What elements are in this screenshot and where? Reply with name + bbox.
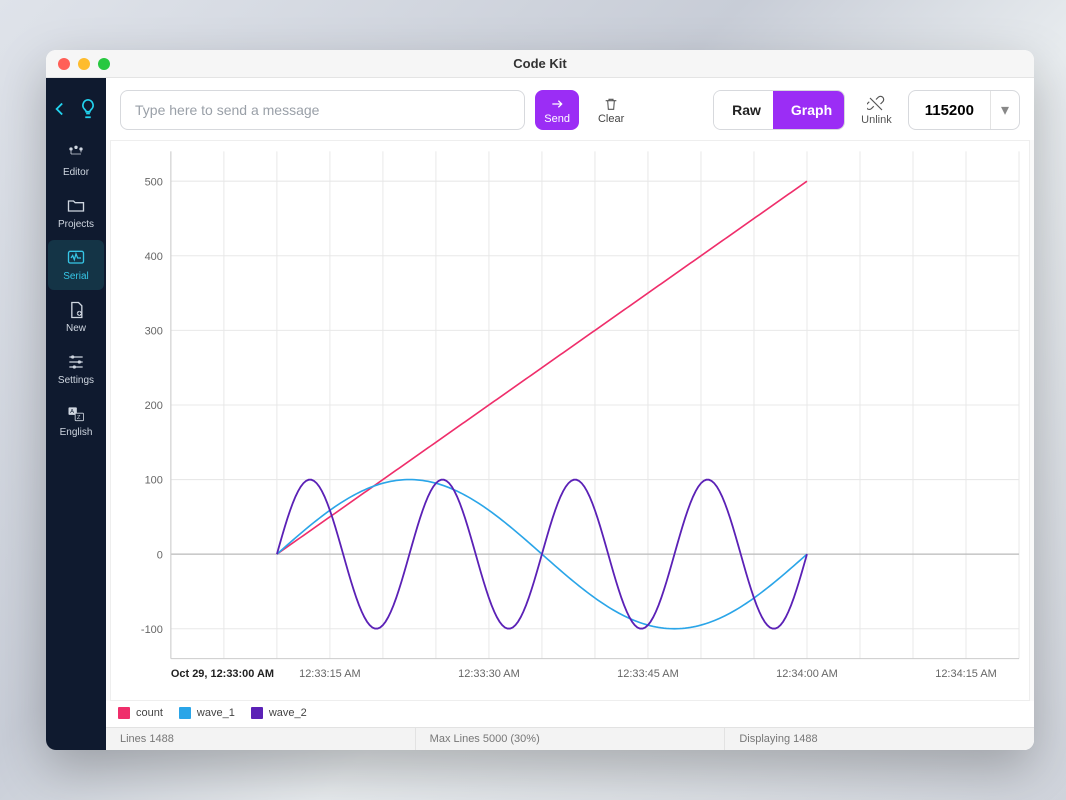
svg-text:Z: Z <box>77 415 81 421</box>
swatch-icon <box>118 707 130 719</box>
legend: count wave_1 wave_2 <box>106 701 1034 727</box>
svg-text:400: 400 <box>145 251 163 263</box>
monitor-pulse-icon <box>66 248 86 268</box>
editor-icon <box>66 144 86 164</box>
sidebar-label: Settings <box>58 375 94 386</box>
svg-text:12:34:00 AM: 12:34:00 AM <box>776 668 838 680</box>
chevron-down-icon: ▾ <box>990 91 1019 129</box>
main-panel: Send Clear 0110 Raw Graph <box>106 78 1034 750</box>
baud-select[interactable]: 115200 ▾ <box>908 90 1020 130</box>
svg-text:12:34:15 AM: 12:34:15 AM <box>935 668 997 680</box>
status-bar: Lines 1488 Max Lines 5000 (30%) Displayi… <box>106 727 1034 750</box>
swatch-icon <box>251 707 263 719</box>
sidebar-item-serial[interactable]: Serial <box>48 240 104 290</box>
send-button[interactable]: Send <box>535 90 579 130</box>
folder-icon <box>66 196 86 216</box>
sliders-icon <box>66 352 86 372</box>
raw-label: Raw <box>732 102 761 118</box>
svg-text:12:33:15 AM: 12:33:15 AM <box>299 668 361 680</box>
titlebar: Code Kit <box>46 50 1034 78</box>
unlink-button[interactable]: Unlink <box>855 95 898 126</box>
window-title: Code Kit <box>513 56 566 71</box>
window-controls <box>58 58 110 70</box>
status-displaying: Displaying 1488 <box>725 728 1034 750</box>
graph-label: Graph <box>791 102 832 118</box>
graph-mode-button[interactable]: Graph <box>773 91 844 129</box>
sidebar-label: Projects <box>58 219 94 230</box>
trash-icon <box>603 96 619 112</box>
unlink-icon <box>867 95 885 113</box>
swatch-icon <box>179 707 191 719</box>
sidebar-item-settings[interactable]: Settings <box>48 344 104 394</box>
sidebar-item-language[interactable]: AZ English <box>48 396 104 446</box>
clear-label: Clear <box>598 113 624 125</box>
legend-item-count: count <box>118 707 163 719</box>
svg-text:Oct 29, 12:33:00 AM: Oct 29, 12:33:00 AM <box>171 668 274 680</box>
legend-label: wave_2 <box>269 707 307 719</box>
raw-mode-button[interactable]: 0110 Raw <box>714 91 773 129</box>
app-logo[interactable] <box>53 88 99 134</box>
sidebar-item-projects[interactable]: Projects <box>48 188 104 238</box>
sidebar-label: English <box>60 427 93 438</box>
svg-text:12:33:30 AM: 12:33:30 AM <box>458 668 520 680</box>
sidebar: Editor Projects Serial New Settings AZ E… <box>46 78 106 750</box>
lightbulb-icon <box>77 98 99 120</box>
close-window-button[interactable] <box>58 58 70 70</box>
line-chart: -100 0 100 200 300 400 500 Oct 29, 12:33:00 AM 1… <box>111 141 1029 700</box>
svg-text:300: 300 <box>145 325 163 337</box>
clear-button[interactable]: Clear <box>589 90 633 130</box>
chart-area[interactable]: -100 0 100 200 300 400 500 Oct 29, 12:33:00 AM 1… <box>110 140 1030 701</box>
arrow-right-icon <box>549 96 565 112</box>
svg-text:200: 200 <box>145 400 163 412</box>
svg-text:0: 0 <box>157 549 163 561</box>
sidebar-label: New <box>66 323 86 334</box>
toolbar: Send Clear 0110 Raw Graph <box>106 78 1034 140</box>
sidebar-item-editor[interactable]: Editor <box>48 136 104 186</box>
new-file-icon <box>66 300 86 320</box>
legend-item-wave1: wave_1 <box>179 707 235 719</box>
back-arrow-icon <box>53 98 75 120</box>
svg-text:-100: -100 <box>141 624 163 636</box>
status-lines: Lines 1488 <box>106 728 416 750</box>
sidebar-item-new[interactable]: New <box>48 292 104 342</box>
baud-value: 115200 <box>909 102 990 119</box>
send-label: Send <box>544 113 570 125</box>
sidebar-label: Editor <box>63 167 89 178</box>
message-input[interactable] <box>120 90 525 130</box>
svg-text:500: 500 <box>145 176 163 188</box>
status-maxlines: Max Lines 5000 (30%) <box>416 728 726 750</box>
legend-label: wave_1 <box>197 707 235 719</box>
language-icon: AZ <box>66 404 86 424</box>
minimize-window-button[interactable] <box>78 58 90 70</box>
sidebar-label: Serial <box>63 271 89 282</box>
svg-text:A: A <box>70 409 74 415</box>
unlink-label: Unlink <box>861 114 892 126</box>
zoom-window-button[interactable] <box>98 58 110 70</box>
app-window: Code Kit Editor Projects Serial N <box>46 50 1034 750</box>
view-mode-segment: 0110 Raw Graph <box>713 90 845 130</box>
legend-item-wave2: wave_2 <box>251 707 307 719</box>
legend-label: count <box>136 707 163 719</box>
svg-text:12:33:45 AM: 12:33:45 AM <box>617 668 679 680</box>
svg-text:100: 100 <box>145 475 163 487</box>
